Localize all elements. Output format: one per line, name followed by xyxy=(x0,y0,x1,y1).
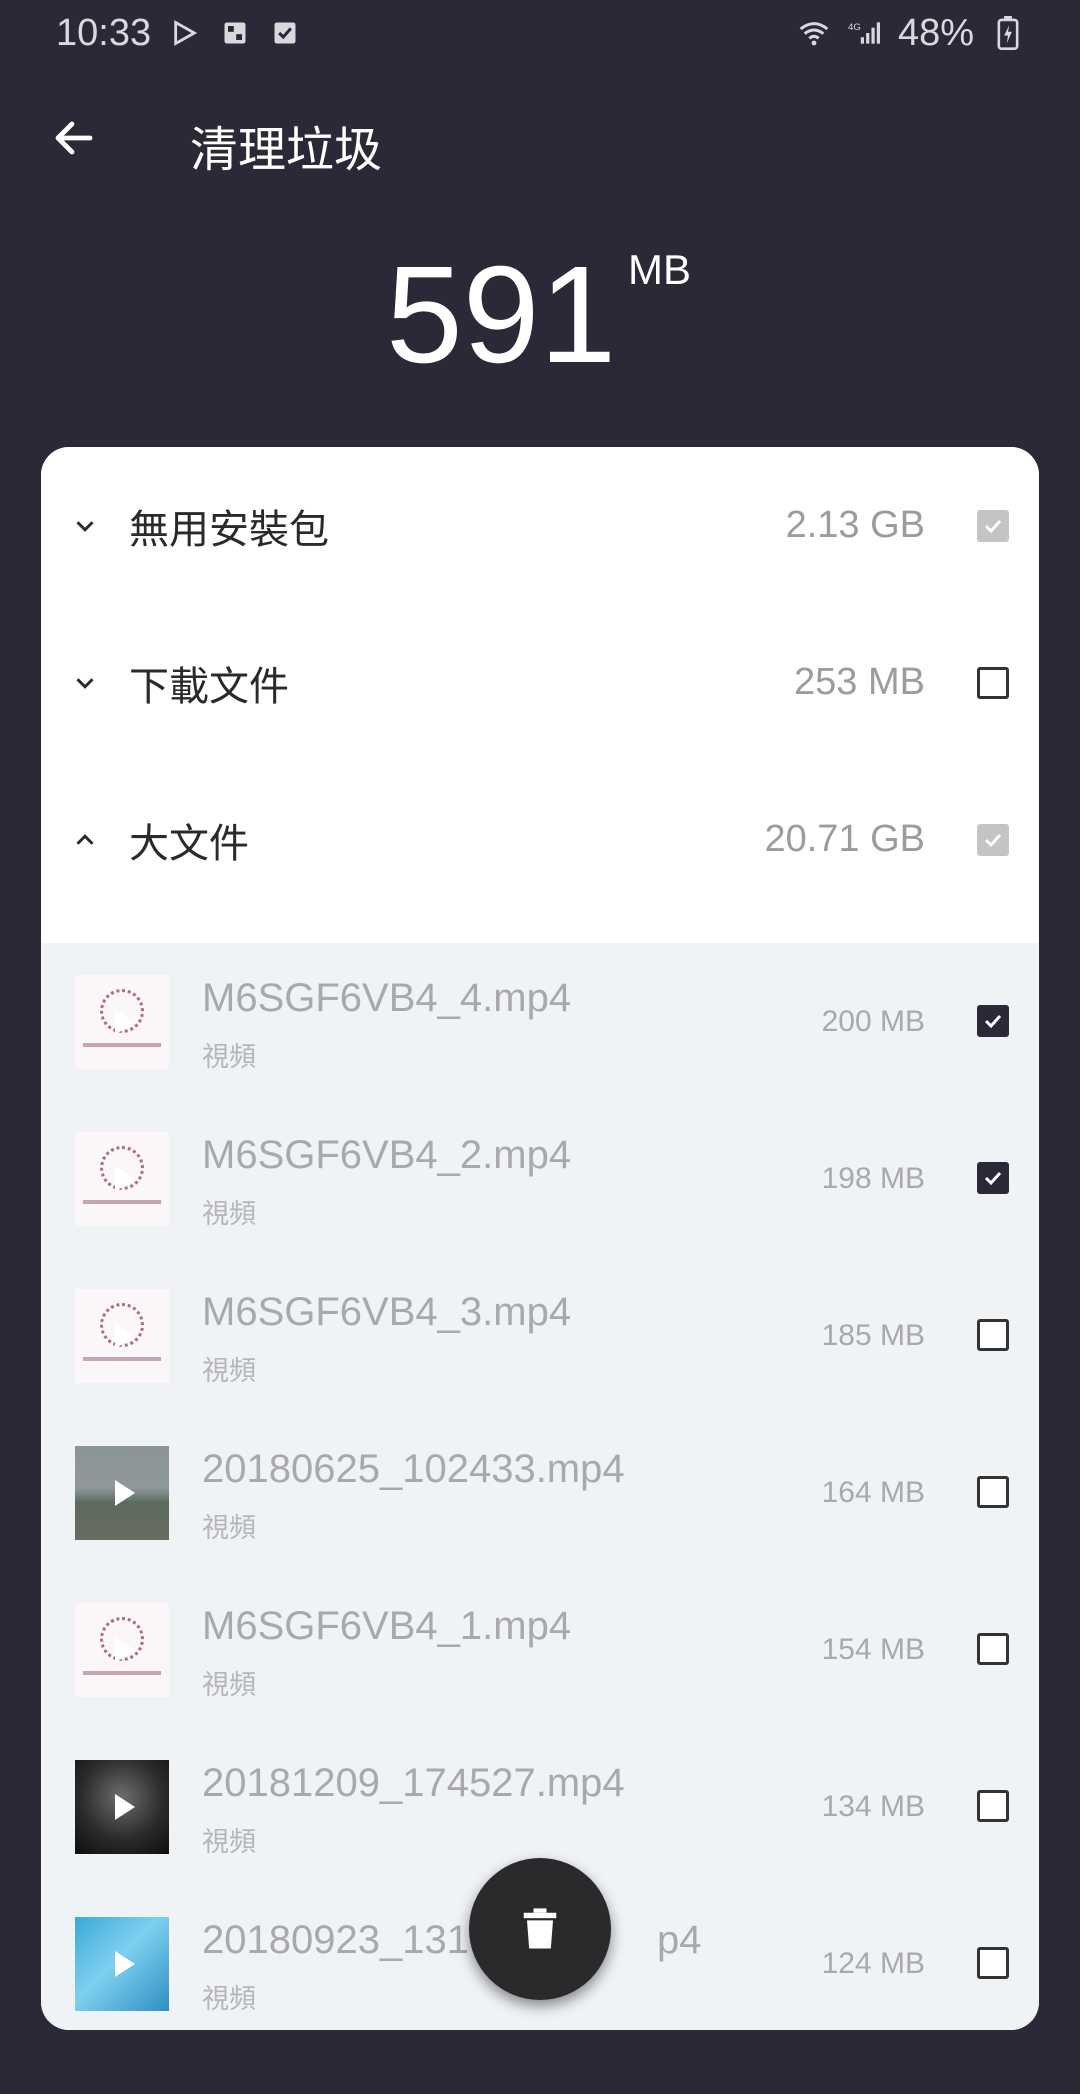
play-icon xyxy=(115,1323,135,1349)
play-icon xyxy=(115,1166,135,1192)
file-type: 視頻 xyxy=(202,1827,256,1858)
play-icon xyxy=(115,1794,135,1820)
category-label: 大文件 xyxy=(129,820,249,867)
list-item[interactable]: M6SGF6VB4_4.mp4 視頻 200 MB xyxy=(41,943,1039,1100)
file-name: M6SGF6VB4_1.mp4 xyxy=(202,1604,572,1648)
category-row-large-files[interactable]: 大文件 20.71 GB xyxy=(41,761,1039,918)
play-icon xyxy=(115,1951,135,1977)
file-name: 20181209_174527.mp4 xyxy=(202,1761,625,1805)
category-size: 20.71 GB xyxy=(764,818,925,860)
check-icon xyxy=(984,833,1002,847)
category-row-downloads[interactable]: 下載文件 253 MB xyxy=(41,604,1039,761)
video-thumbnail xyxy=(75,1917,169,2011)
file-type: 視頻 xyxy=(202,1356,256,1387)
arrow-left-icon xyxy=(55,121,93,155)
page-title: 清理垃圾 xyxy=(190,122,383,178)
list-item[interactable]: M6SGF6VB4_3.mp4 視頻 185 MB xyxy=(41,1257,1039,1414)
play-icon xyxy=(115,1637,135,1663)
total-size-value: 591 xyxy=(386,238,617,392)
file-checkbox[interactable] xyxy=(977,1633,1009,1665)
file-size: 198 MB xyxy=(821,1162,925,1195)
wifi-icon xyxy=(798,17,830,49)
category-checkbox[interactable] xyxy=(977,509,1009,542)
file-type: 視頻 xyxy=(202,1670,256,1701)
status-time: 10:33 xyxy=(56,11,152,54)
play-icon xyxy=(115,1480,135,1506)
file-name: M6SGF6VB4_3.mp4 xyxy=(202,1290,572,1334)
video-thumbnail xyxy=(75,1289,169,1383)
list-item[interactable]: M6SGF6VB4_2.mp4 視頻 198 MB xyxy=(41,1100,1039,1257)
4g-signal-icon: 4G xyxy=(848,17,880,49)
file-size: 124 MB xyxy=(821,1947,925,1980)
category-row-unused-apks[interactable]: 無用安裝包 2.13 GB xyxy=(41,447,1039,604)
file-size: 185 MB xyxy=(821,1319,925,1352)
file-name: M6SGF6VB4_4.mp4 xyxy=(202,976,572,1020)
delete-button[interactable] xyxy=(469,1858,611,2000)
check-icon xyxy=(984,519,1002,533)
total-junk-size: 591 MB xyxy=(0,240,1080,390)
trash-icon xyxy=(523,1908,557,1949)
file-name-start: 20180923_131 xyxy=(202,1918,469,1962)
video-thumbnail xyxy=(75,975,169,1069)
file-size: 134 MB xyxy=(821,1790,925,1823)
file-size: 164 MB xyxy=(821,1476,925,1509)
play-store-icon xyxy=(169,17,201,49)
chevron-down-icon xyxy=(69,510,101,542)
category-checkbox[interactable] xyxy=(977,823,1009,856)
list-item[interactable]: 20180625_102433.mp4 視頻 164 MB xyxy=(41,1414,1039,1571)
file-name: 20180923_131 p4 xyxy=(202,1918,701,1963)
video-thumbnail xyxy=(75,1760,169,1854)
file-size: 154 MB xyxy=(821,1633,925,1666)
sim-icon xyxy=(219,17,251,49)
svg-text:4G: 4G xyxy=(848,22,861,33)
category-label: 下載文件 xyxy=(129,663,289,710)
category-size: 253 MB xyxy=(794,661,925,703)
check-icon xyxy=(984,1014,1002,1029)
category-size: 2.13 GB xyxy=(785,504,925,546)
video-thumbnail xyxy=(75,1603,169,1697)
play-icon xyxy=(115,1009,135,1035)
file-name: M6SGF6VB4_2.mp4 xyxy=(202,1133,572,1177)
file-checkbox[interactable] xyxy=(977,1005,1009,1037)
back-button[interactable] xyxy=(44,110,104,166)
app-bar: 清理垃圾 xyxy=(0,90,1080,186)
chevron-up-icon xyxy=(69,824,101,856)
file-size: 200 MB xyxy=(821,1005,925,1038)
category-checkbox[interactable] xyxy=(977,666,1009,699)
file-type: 視頻 xyxy=(202,1513,256,1544)
video-thumbnail xyxy=(75,1446,169,1540)
junk-cleaner-screen: 10:33 4G 48% 清理垃圾 591 MB 無用安裝包 2.13 GB 下… xyxy=(0,0,1080,2094)
total-size-unit: MB xyxy=(628,246,691,293)
file-name: 20180625_102433.mp4 xyxy=(202,1447,625,1491)
battery-percent: 48% xyxy=(897,11,974,54)
status-bar: 10:33 4G 48% xyxy=(0,0,1080,66)
category-label: 無用安裝包 xyxy=(129,506,329,553)
file-name-end: p4 xyxy=(656,1918,702,1962)
battery-charging-icon xyxy=(992,16,1024,50)
file-checkbox[interactable] xyxy=(977,1319,1009,1351)
file-checkbox[interactable] xyxy=(977,1162,1009,1194)
file-checkbox[interactable] xyxy=(977,1476,1009,1508)
file-type: 視頻 xyxy=(202,1042,256,1073)
check-icon xyxy=(984,1171,1002,1186)
file-type: 視頻 xyxy=(202,1199,256,1230)
list-item[interactable]: M6SGF6VB4_1.mp4 視頻 154 MB xyxy=(41,1571,1039,1728)
chevron-down-icon xyxy=(69,667,101,699)
checkbox-notification-icon xyxy=(269,17,301,49)
file-checkbox[interactable] xyxy=(977,1790,1009,1822)
file-checkbox[interactable] xyxy=(977,1947,1009,1979)
file-type: 視頻 xyxy=(202,1984,256,2015)
video-thumbnail xyxy=(75,1132,169,1226)
junk-list-card: 無用安裝包 2.13 GB 下載文件 253 MB 大文件 20.71 GB M… xyxy=(41,447,1039,2030)
